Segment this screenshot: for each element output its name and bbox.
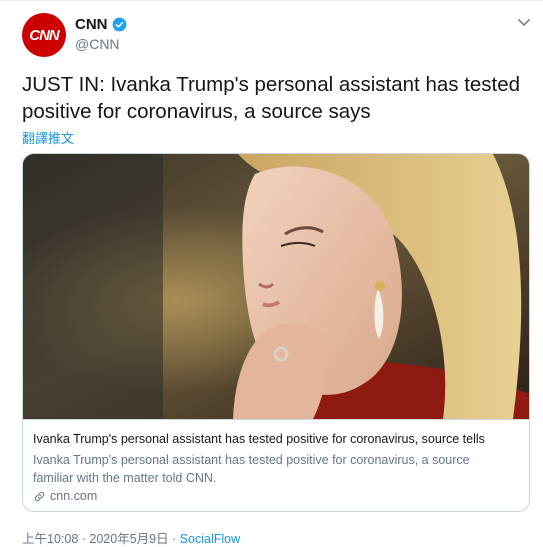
tweet-time[interactable]: 上午10:08: [22, 532, 78, 546]
tweet-text: JUST IN: Ivanka Trump's personal assista…: [22, 73, 521, 123]
meta-separator: ·: [78, 532, 90, 546]
link-icon: [34, 491, 45, 501]
meta-separator-2: ·: [168, 532, 180, 546]
author-handle[interactable]: @CNN: [75, 36, 120, 52]
tweet-metadata: 上午10:08 · 2020年5月9日 · SocialFlow: [22, 528, 240, 547]
card-image[interactable]: [23, 154, 530, 419]
avatar[interactable]: CNN: [22, 13, 66, 57]
translate-tweet-link[interactable]: 翻譯推文: [22, 128, 74, 147]
card-title[interactable]: Ivanka Trump's personal assistant has te…: [33, 432, 485, 446]
tweet-container: CNN CNN @CNN JUST IN: Ivanka Trump's per…: [0, 0, 543, 546]
author-name[interactable]: CNN: [75, 16, 108, 33]
tweet-date[interactable]: 2020年5月9日: [89, 532, 168, 546]
card-domain-row[interactable]: cnn.com: [33, 489, 97, 503]
verified-badge-icon: [112, 17, 126, 32]
chevron-down-icon[interactable]: [515, 13, 533, 31]
card-description: Ivanka Trump's personal assistant has te…: [33, 453, 470, 485]
author-name-row[interactable]: CNN: [75, 16, 127, 33]
card-domain: cnn.com: [50, 489, 98, 503]
avatar-logo-text: CNN: [29, 26, 59, 44]
card-body[interactable]: Ivanka Trump's personal assistant has te…: [23, 419, 529, 511]
tweet-source[interactable]: SocialFlow: [180, 532, 240, 546]
link-card[interactable]: Ivanka Trump's personal assistant has te…: [22, 153, 530, 512]
